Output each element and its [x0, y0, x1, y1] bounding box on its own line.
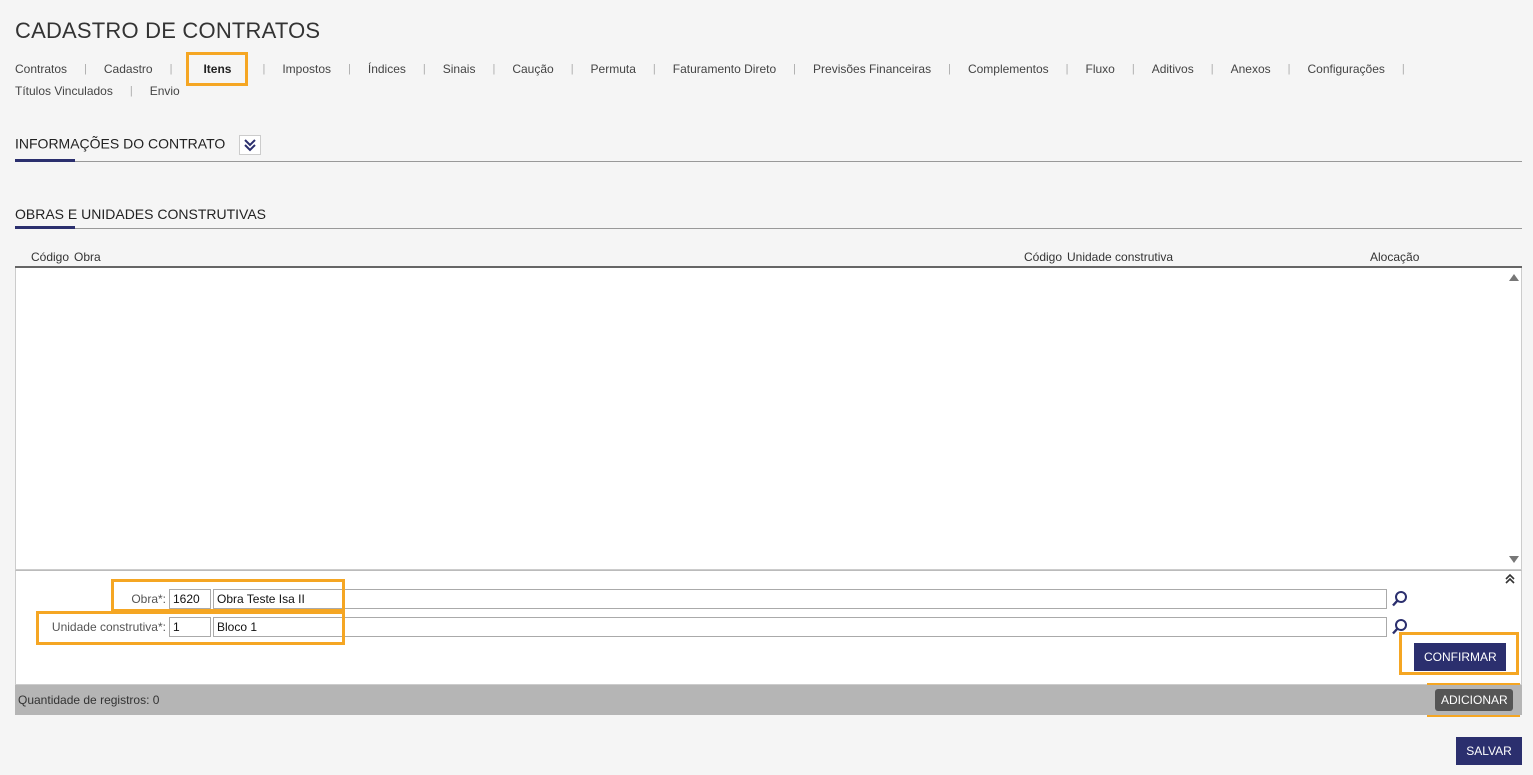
grid-body: [15, 268, 1522, 570]
tab-itens-highlight: Itens: [186, 52, 249, 86]
obra-label: Obra*:: [131, 592, 166, 606]
confirmar-button[interactable]: CONFIRMAR: [1414, 643, 1506, 671]
tab-fluxo[interactable]: Fluxo |: [1086, 58, 1152, 80]
unidade-name-input[interactable]: [213, 617, 1387, 637]
section-title-info: INFORMAÇÕES DO CONTRATO: [15, 135, 262, 162]
tab-cadastro-label[interactable]: Cadastro: [104, 62, 153, 76]
tab-anexos[interactable]: Anexos |: [1231, 58, 1308, 80]
tab-configuracoes[interactable]: Configurações |: [1307, 58, 1421, 80]
tab-separator: |: [129, 85, 133, 97]
section-obras-unidades: OBRAS E UNIDADES CONSTRUTIVAS: [15, 206, 1522, 229]
section-underline: [15, 159, 75, 162]
tab-separator: |: [492, 63, 496, 75]
section-informacoes-contrato: INFORMAÇÕES DO CONTRATO: [15, 135, 1522, 162]
tab-itens-label[interactable]: Itens: [203, 62, 231, 76]
section-title-obras-text: OBRAS E UNIDADES CONSTRUTIVAS: [15, 206, 267, 222]
tab-previsoes-financeiras[interactable]: Previsões Financeiras |: [813, 58, 968, 80]
column-header-alocacao[interactable]: Alocação: [1370, 250, 1419, 264]
tab-separator: |: [948, 63, 951, 75]
grid-footer: Quantidade de registros: 0 ADICIONAR: [15, 685, 1522, 715]
tab-cadastro[interactable]: Cadastro |: [104, 58, 190, 80]
tab-permuta-label[interactable]: Permuta: [591, 62, 636, 76]
unidade-label: Unidade construtiva*:: [51, 620, 166, 634]
record-count: Quantidade de registros: 0: [18, 693, 160, 707]
tab-configuracoes-label[interactable]: Configurações: [1307, 62, 1384, 76]
double-chevron-up-icon[interactable]: [1505, 573, 1515, 588]
page: CADASTRO DE CONTRATOS Contratos | Cadastr…: [0, 0, 1533, 775]
tab-faturamento-direto-label[interactable]: Faturamento Direto: [673, 62, 776, 76]
section-title-info-text: INFORMAÇÕES DO CONTRATO: [15, 135, 226, 152]
tab-separator: |: [84, 63, 87, 75]
tab-faturamento-direto[interactable]: Faturamento Direto |: [673, 58, 813, 80]
page-title: CADASTRO DE CONTRATOS: [15, 18, 321, 43]
tab-indices[interactable]: Índices |: [368, 58, 443, 80]
form-area: Obra*: Unidade construtiva*:: [15, 570, 1522, 685]
unidade-row: Unidade construtiva*:: [16, 617, 1410, 637]
unidade-code-input[interactable]: [169, 617, 211, 637]
tab-aditivos[interactable]: Aditivos |: [1152, 58, 1231, 80]
tab-separator: |: [570, 63, 574, 75]
tab-aditivos-label[interactable]: Aditivos: [1152, 62, 1194, 76]
section-underline: [15, 226, 75, 229]
tab-caucao-label[interactable]: Caução: [512, 62, 553, 76]
tab-fluxo-label[interactable]: Fluxo: [1086, 62, 1115, 76]
tab-separator: |: [793, 63, 797, 75]
tab-complementos-label[interactable]: Complementos: [968, 62, 1049, 76]
search-icon: [1392, 619, 1407, 635]
section-title-obras: OBRAS E UNIDADES CONSTRUTIVAS: [15, 206, 267, 229]
expand-info-button[interactable]: [239, 135, 262, 155]
tab-separator: |: [1210, 63, 1214, 75]
tab-impostos[interactable]: Impostos |: [282, 58, 368, 80]
obra-row: Obra*:: [16, 589, 1410, 609]
tab-contratos[interactable]: Contratos |: [15, 58, 104, 80]
obra-code-input[interactable]: [169, 589, 211, 609]
tab-envio-label[interactable]: Envio: [150, 84, 180, 98]
tab-separator: |: [348, 63, 351, 75]
tab-sinais[interactable]: Sinais |: [443, 58, 513, 80]
tab-separator: |: [652, 63, 656, 75]
column-header-obra[interactable]: Obra: [74, 250, 101, 264]
column-header-codigo-unidade[interactable]: Código: [1024, 250, 1062, 264]
tab-previsoes-financeiras-label[interactable]: Previsões Financeiras: [813, 62, 931, 76]
tab-complementos[interactable]: Complementos |: [968, 58, 1086, 80]
tab-titulos-vinculados[interactable]: Títulos Vinculados |: [15, 80, 150, 102]
search-icon: [1392, 591, 1407, 607]
obra-name-input[interactable]: [213, 589, 1387, 609]
tab-indices-label[interactable]: Índices: [368, 62, 406, 76]
double-chevron-down-icon: [244, 139, 256, 152]
tab-separator: |: [1065, 63, 1069, 75]
tab-separator: |: [1401, 63, 1405, 75]
tab-anexos-label[interactable]: Anexos: [1231, 62, 1271, 76]
scroll-up-icon[interactable]: [1509, 274, 1519, 281]
adicionar-button[interactable]: ADICIONAR: [1435, 689, 1513, 711]
tab-bar: Contratos | Cadastro | Itens | Impostos | Ín…: [15, 52, 1525, 102]
scroll-down-icon[interactable]: [1509, 556, 1519, 563]
unidade-search-button[interactable]: [1390, 617, 1410, 637]
tab-separator: |: [262, 63, 266, 75]
tab-itens[interactable]: Itens |: [186, 52, 282, 86]
tab-envio[interactable]: Envio: [150, 80, 180, 102]
tab-titulos-vinculados-label[interactable]: Títulos Vinculados: [15, 84, 113, 98]
salvar-button[interactable]: SALVAR: [1456, 737, 1522, 765]
tab-impostos-label[interactable]: Impostos: [282, 62, 331, 76]
tab-permuta[interactable]: Permuta |: [591, 58, 673, 80]
tab-sinais-label[interactable]: Sinais: [443, 62, 476, 76]
grid-scrollbar[interactable]: [1507, 268, 1521, 569]
grid-header: Código Obra Código Unidade construtiva A…: [15, 244, 1522, 268]
tab-separator: |: [422, 63, 426, 75]
tab-contratos-label[interactable]: Contratos: [15, 62, 67, 76]
column-header-unidade-construtiva[interactable]: Unidade construtiva: [1067, 250, 1173, 264]
tab-separator: |: [169, 63, 173, 75]
obra-search-button[interactable]: [1390, 589, 1410, 609]
tab-separator: |: [1287, 63, 1291, 75]
tab-separator: |: [1131, 63, 1135, 75]
tab-caucao[interactable]: Caução |: [512, 58, 590, 80]
column-header-codigo-obra[interactable]: Código: [31, 250, 69, 264]
